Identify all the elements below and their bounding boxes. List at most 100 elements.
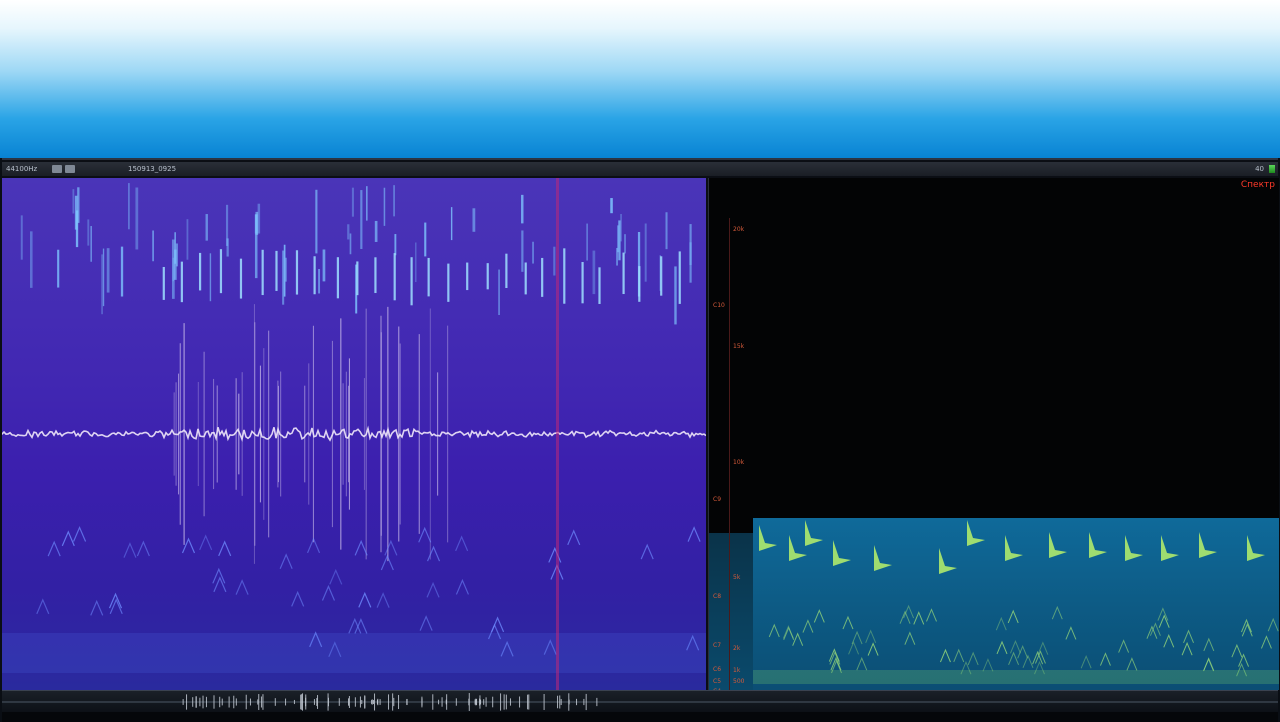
app-window: 44100Hz 150913_0925 40 20k C10 15k 10k C9 5k C… [2, 158, 1279, 722]
frequency-axis [729, 218, 730, 690]
chevron-mark [455, 535, 469, 552]
call-mark [1247, 535, 1265, 561]
axis-label: C6 [713, 666, 722, 673]
chevron-mark [354, 617, 368, 634]
chevron-mark [376, 592, 390, 608]
record-button[interactable] [52, 165, 62, 173]
chevron-mark [36, 598, 50, 615]
overview-timeline[interactable] [2, 690, 1278, 713]
chevron-mark [61, 530, 75, 547]
harmonic-mark [904, 631, 916, 645]
harmonic-mark [1099, 652, 1111, 666]
chevron-mark [354, 539, 368, 556]
axis-label: 10k [733, 459, 745, 466]
status-bar [2, 712, 1278, 722]
harmonic-mark [1008, 651, 1020, 666]
call-mark [967, 520, 985, 546]
spectrum-mode-label: Спектр [1240, 180, 1275, 190]
call-mark [789, 535, 807, 561]
chevron-mark [235, 579, 249, 595]
playhead-cursor[interactable] [556, 178, 559, 690]
harmonic-mark [1007, 609, 1019, 624]
chevron-mark [136, 540, 150, 557]
harmonic-mark [1163, 633, 1175, 648]
chevron-mark [123, 542, 137, 558]
axis-label: C5 [713, 678, 722, 685]
harmonic-mark [926, 608, 937, 622]
chevron-mark [687, 526, 701, 542]
chevron-mark [213, 576, 227, 593]
harmonic-mark [1017, 645, 1029, 659]
harmonic-mark [813, 609, 825, 623]
harmonic-mark [1118, 639, 1130, 653]
call-mark [1125, 535, 1143, 561]
chevron-mark [199, 534, 213, 551]
call-mark [874, 545, 892, 571]
chevron-mark [90, 599, 104, 616]
chevron-mark [279, 553, 293, 570]
axis-label: 5k [733, 574, 741, 581]
toolbar: 44100Hz 150913_0925 40 [2, 162, 1278, 176]
axis-label: C10 [713, 302, 725, 309]
chevron-mark [455, 578, 469, 595]
spectrum-canvas [753, 520, 1279, 684]
background-sky [0, 0, 1280, 158]
low-band [753, 670, 1279, 684]
harmonic-mark [1051, 605, 1063, 620]
harmonic-mark [913, 611, 925, 625]
harmonic-mark [953, 648, 965, 663]
harmonic-mark [792, 632, 804, 646]
harmonic-mark [865, 629, 877, 643]
axis-label: C9 [713, 496, 722, 503]
chevron-mark [548, 546, 562, 563]
level-meter-icon [1269, 165, 1275, 173]
spectrogram-main[interactable] [2, 178, 706, 690]
chevron-mark [218, 540, 232, 557]
chevron-mark [73, 525, 87, 542]
chevron-mark [426, 581, 440, 598]
harmonic-mark [848, 640, 860, 655]
harmonic-mark [996, 640, 1008, 655]
overview-waveform [2, 693, 1278, 711]
harmonic-mark [1009, 639, 1021, 654]
noise-band [2, 633, 706, 673]
chevron-mark [47, 540, 61, 557]
chevron-mark [418, 526, 432, 543]
harmonic-mark [1267, 617, 1279, 632]
harmonic-mark [1080, 654, 1092, 669]
harmonic-mark [1126, 657, 1138, 671]
call-mark [1049, 532, 1067, 558]
harmonic-mark [967, 651, 979, 666]
harmonic-mark [1065, 626, 1077, 640]
axis-label: 500 [733, 678, 745, 685]
settings-button[interactable] [65, 165, 75, 173]
call-mark [833, 540, 851, 566]
waveform-line [2, 425, 706, 442]
call-mark [759, 525, 777, 551]
call-mark [805, 520, 823, 546]
chevron-mark [491, 616, 505, 633]
chevron-mark [419, 615, 433, 631]
call-mark [939, 548, 957, 574]
axis-label: C8 [713, 593, 722, 600]
harmonic-mark [867, 642, 879, 656]
chevron-mark [426, 545, 441, 562]
harmonic-mark [856, 656, 868, 671]
harmonic-mark [1203, 657, 1215, 672]
harmonic-mark [995, 616, 1007, 631]
harmonic-mark [1183, 629, 1194, 643]
chevron-mark [358, 591, 372, 608]
axis-label: 1k [733, 667, 741, 674]
harmonic-mark [1181, 641, 1193, 656]
spectrum-panel[interactable]: 20kC1015k10kC95kC8C72kC61kC5500C4 Спектр [708, 178, 1279, 690]
file-name-label: 150913_0925 [128, 165, 177, 173]
harmonic-mark [1022, 654, 1034, 669]
call-mark [1089, 532, 1107, 558]
chevron-mark [380, 554, 394, 571]
harmonic-mark [1260, 635, 1272, 649]
harmonic-mark [982, 658, 994, 672]
call-mark [1199, 532, 1217, 558]
call-mark [1005, 535, 1023, 561]
harmonic-mark [802, 619, 814, 633]
chevron-mark [329, 568, 343, 585]
